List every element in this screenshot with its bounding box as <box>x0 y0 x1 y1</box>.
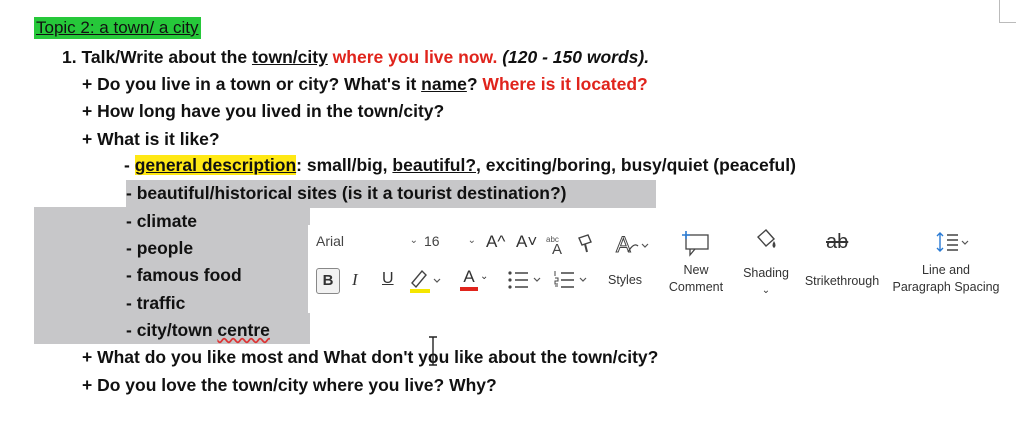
line-spacing-icon[interactable] <box>934 229 970 257</box>
bold-button[interactable]: B <box>316 268 340 294</box>
item-general-label: general description <box>134 155 297 175</box>
text-cursor-icon <box>429 336 437 366</box>
font-name-value: Arial <box>316 233 345 249</box>
shrink-font-button[interactable]: A˅ <box>516 232 537 252</box>
chevron-down-icon: ⌄ <box>409 235 418 246</box>
new-comment-icon[interactable] <box>680 229 712 257</box>
chevron-down-icon[interactable]: ⌄ <box>480 271 488 282</box>
styles-button[interactable]: Styles <box>608 272 642 289</box>
question-4[interactable]: + What do you like most and What don't y… <box>82 346 658 368</box>
q4-text-2: on't you like about the town/city? <box>381 347 659 367</box>
task-number: 1. <box>62 47 77 67</box>
shading-bucket-icon[interactable] <box>750 227 780 257</box>
question-1[interactable]: + Do you live in a town or city? What's … <box>82 73 648 95</box>
item-people[interactable]: - people <box>126 237 193 259</box>
numbering-icon[interactable] <box>552 267 592 293</box>
font-color-letter: A <box>463 267 475 286</box>
q1-text-2: name <box>421 74 467 94</box>
question-2[interactable]: + How long have you lived in the town/ci… <box>82 100 444 122</box>
chevron-down-icon: ⌄ <box>761 285 771 296</box>
question-3[interactable]: + What is it like? <box>82 128 220 150</box>
text-effects-icon[interactable]: A <box>614 230 650 258</box>
page-corner-mark <box>999 0 1016 23</box>
item-climate[interactable]: - climate <box>126 210 197 232</box>
item-general-description[interactable]: - general description: small/big, beauti… <box>124 154 796 176</box>
task-text-2: town/city <box>251 47 328 67</box>
item-general-rest2: exciting/boring, busy/quiet (peaceful) <box>480 155 796 175</box>
q4-text-1: + What do you like most and What d <box>82 347 382 367</box>
shading-label: Shading <box>743 266 789 280</box>
font-color-button[interactable]: A <box>458 267 480 291</box>
font-color-swatch <box>460 287 478 291</box>
strikethrough-icon[interactable]: ab <box>826 231 848 254</box>
spacing-label-2: Paragraph Spacing <box>892 280 1000 294</box>
clear-formatting-icon[interactable]: abc A <box>544 232 568 256</box>
new-comment-label-2: Comment <box>668 280 724 294</box>
new-comment-button[interactable]: New Comment <box>664 262 728 296</box>
item-general-rest: : small/big, <box>296 155 393 175</box>
item-centre-prefix: - city/town <box>126 320 218 340</box>
svg-text:A: A <box>552 241 562 256</box>
new-comment-label-1: New <box>683 263 709 277</box>
q1-text-1: + Do you live in a town or city? What's … <box>82 74 422 94</box>
floating-format-toolbar: Arial ⌄ 16 ⌄ A^ A˅ abc A A ab B I U A ⌄ … <box>308 225 1008 313</box>
font-name-select[interactable]: Arial ⌄ <box>316 233 420 257</box>
svg-text:A: A <box>616 232 631 257</box>
item-famous-food[interactable]: - famous food <box>126 264 242 286</box>
question-5[interactable]: + Do you love the town/city where you li… <box>82 374 497 396</box>
underline-button[interactable]: U <box>382 270 394 288</box>
format-painter-icon[interactable] <box>574 232 598 256</box>
strikethrough-button[interactable]: Strikethrough <box>800 273 884 290</box>
bullets-icon[interactable] <box>506 267 546 293</box>
shading-button[interactable]: Shading ⌄ <box>736 265 796 299</box>
font-size-value: 16 <box>424 233 440 249</box>
q1-text-3: ? <box>466 74 483 94</box>
font-size-select[interactable]: 16 ⌄ <box>424 233 478 257</box>
task-text-1: Talk/Write about the <box>81 47 252 67</box>
task-line[interactable]: 1. Talk/Write about the town/city where … <box>62 46 649 68</box>
item-traffic[interactable]: - traffic <box>126 292 185 314</box>
item-general-beautiful: beautiful?, <box>392 155 481 175</box>
highlight-color-icon[interactable] <box>406 265 446 295</box>
item-sites[interactable]: - beautiful/historical sites (is it a to… <box>126 182 566 204</box>
item-centre-word: centre <box>217 320 270 340</box>
grow-font-button[interactable]: A^ <box>486 232 505 252</box>
document: Topic 2: a town/ a city 1. Talk/Write ab… <box>0 0 1024 425</box>
item-general-prefix: - <box>124 155 135 175</box>
item-city-centre[interactable]: - city/town centre <box>126 319 270 341</box>
task-text-3: where you live now. <box>327 47 498 67</box>
line-paragraph-spacing-button[interactable]: Line and Paragraph Spacing <box>888 262 1004 296</box>
q1-text-4: Where is it located? <box>482 74 648 94</box>
task-text-4: (120 - 150 words). <box>497 47 650 67</box>
italic-button[interactable]: I <box>352 270 358 290</box>
spacing-label-1: Line and <box>922 263 970 277</box>
chevron-down-icon: ⌄ <box>467 235 476 246</box>
topic-heading[interactable]: Topic 2: a town/ a city <box>34 17 201 39</box>
